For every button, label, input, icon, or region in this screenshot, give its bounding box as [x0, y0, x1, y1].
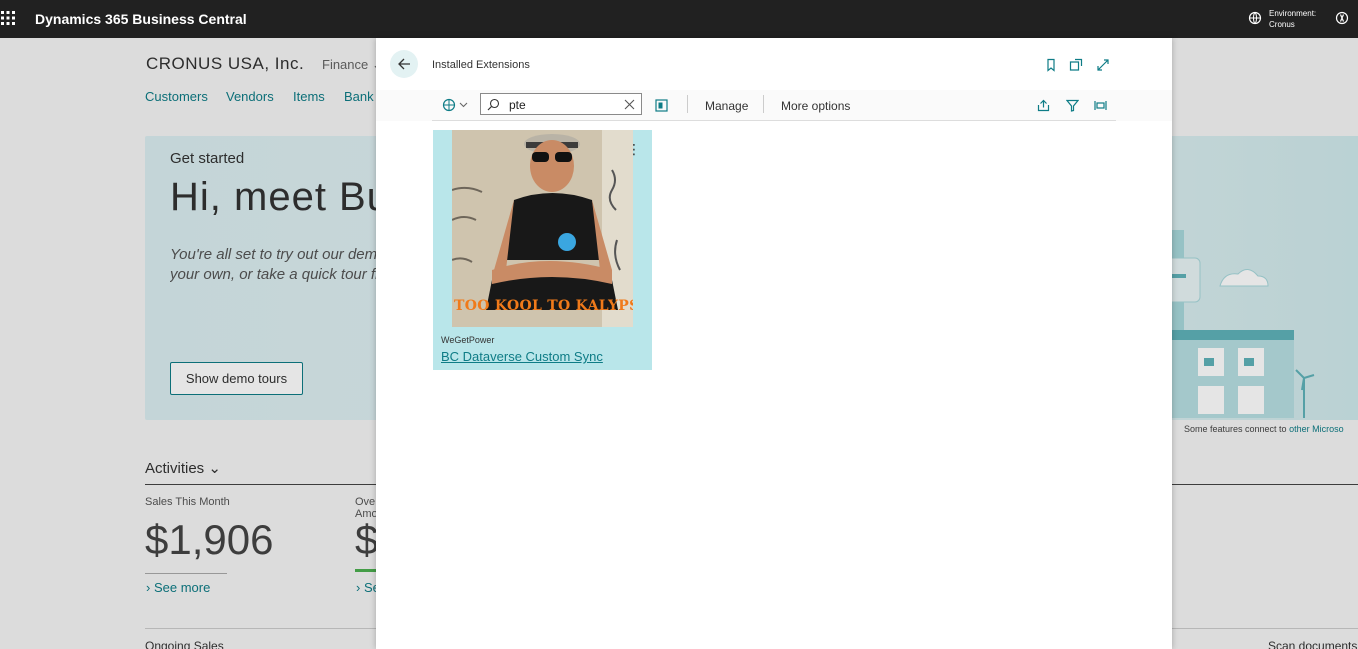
nav-link-bank[interactable]: Bank — [344, 89, 374, 104]
show-demo-tours-button[interactable]: Show demo tours — [170, 362, 303, 395]
search-box[interactable] — [480, 93, 642, 115]
share-icon[interactable] — [1037, 99, 1050, 112]
expand-icon[interactable] — [1096, 58, 1110, 72]
divider — [432, 120, 1116, 121]
ongoing-sales-heading: Ongoing Sales — [145, 639, 224, 649]
extension-publisher: WeGetPower — [441, 335, 495, 345]
environment-info[interactable]: Environment: Cronus — [1269, 8, 1316, 30]
extension-name-link[interactable]: BC Dataverse Custom Sync — [441, 349, 603, 364]
nav-link-items[interactable]: Items — [293, 89, 325, 104]
welcome-text: You're all set to try out our demo your … — [170, 246, 380, 283]
see-more-link[interactable]: › See more — [146, 580, 210, 595]
other-microsoft-link[interactable]: other Microso — [1289, 424, 1344, 434]
open-in-new-window-icon[interactable] — [1069, 58, 1083, 72]
page-title: Installed Extensions — [432, 59, 530, 71]
activities-heading[interactable]: Activities ⌄ — [145, 459, 221, 477]
extension-logo-image: TOO KOOL TO KALYPSO — [452, 130, 633, 327]
illustration-image — [1158, 230, 1315, 418]
app-launcher-icon[interactable] — [1, 11, 15, 25]
search-icon — [487, 98, 500, 111]
divider — [687, 95, 688, 113]
status-bar — [355, 569, 377, 572]
clear-search-icon[interactable] — [624, 99, 635, 110]
sales-this-month-label: Sales This Month — [145, 496, 230, 508]
focus-mode-icon[interactable] — [1094, 99, 1107, 112]
welcome-heading: Hi, meet Bus — [170, 175, 411, 219]
image-caption: TOO KOOL TO KALYPSO — [454, 298, 633, 314]
bookmark-icon[interactable] — [1044, 58, 1058, 72]
tile-view-icon — [442, 98, 456, 112]
app-title[interactable]: Dynamics 365 Business Central — [35, 11, 247, 27]
search-input[interactable] — [507, 96, 621, 114]
manage-menu-button[interactable]: Manage — [705, 99, 748, 113]
sales-this-month-value[interactable]: $1,906 — [145, 516, 273, 564]
extension-tile[interactable]: TOO KOOL TO KALYPSO ⋮ WeGetPower BC Data… — [433, 130, 652, 370]
arrow-left-icon — [398, 58, 410, 70]
company-name[interactable]: CRONUS USA, Inc. — [146, 54, 304, 74]
back-button[interactable] — [390, 50, 418, 78]
nav-finance-menu[interactable]: Finance ⌄ — [322, 57, 383, 73]
nav-link-customers[interactable]: Customers — [145, 89, 208, 104]
show-details-icon[interactable] — [655, 99, 668, 112]
overdue-amount-value[interactable]: $ — [355, 516, 378, 564]
chevron-down-icon — [459, 102, 468, 108]
more-options-button[interactable]: More options — [781, 99, 850, 113]
view-switcher-button[interactable] — [442, 98, 468, 112]
environment-icon[interactable] — [1248, 11, 1262, 25]
features-note: Some features connect to other Microso — [1184, 424, 1344, 434]
help-icon[interactable] — [1335, 11, 1349, 25]
top-bar: Dynamics 365 Business Central Environmen… — [0, 0, 1358, 38]
divider — [763, 95, 764, 113]
filter-icon[interactable] — [1066, 99, 1079, 112]
nav-link-vendors[interactable]: Vendors — [226, 89, 274, 104]
installed-extensions-dialog: Installed Extensions Manage More op — [376, 38, 1172, 649]
scan-documents-heading: Scan documents — [1268, 639, 1358, 649]
more-actions-icon[interactable]: ⋮ — [624, 138, 644, 160]
divider — [145, 573, 227, 574]
get-started-heading: Get started — [170, 150, 245, 167]
